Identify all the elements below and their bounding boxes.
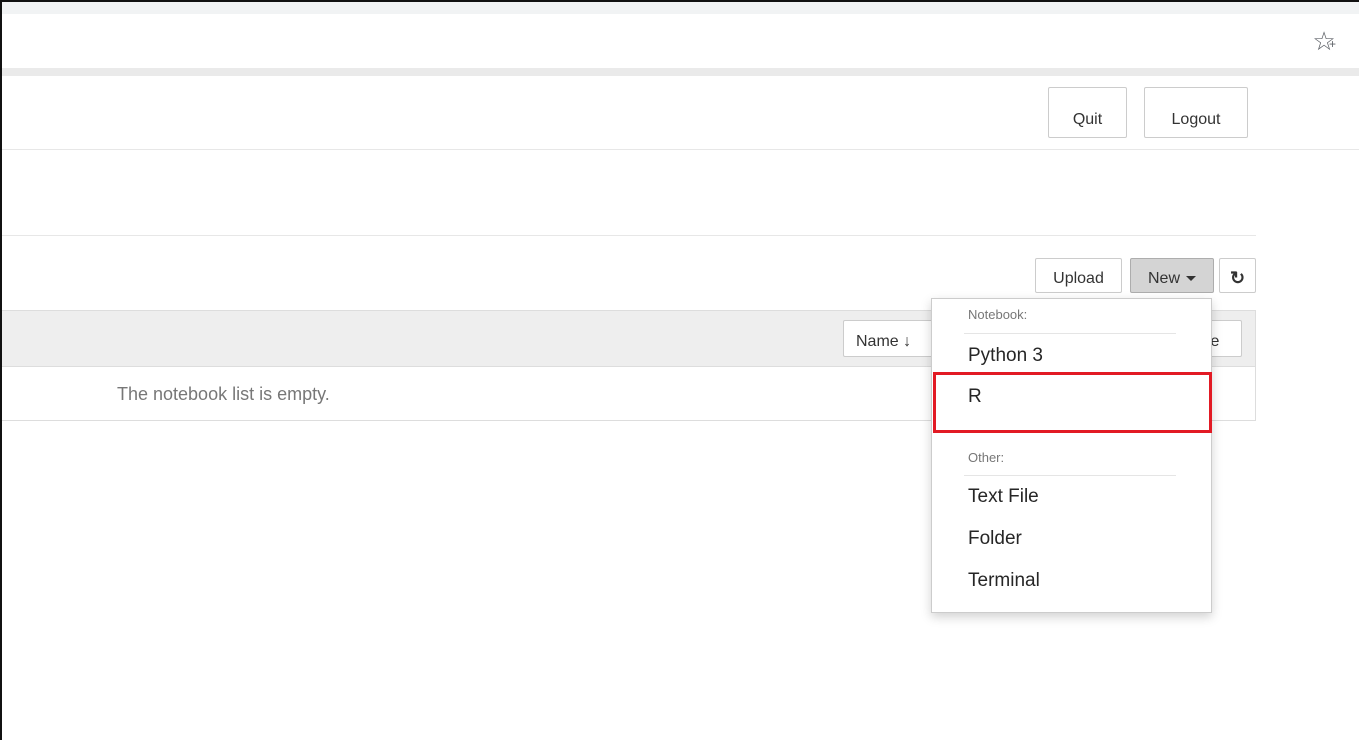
new-dropdown-button[interactable]: New bbox=[1130, 258, 1214, 293]
menu-item-text-file[interactable]: Text File bbox=[968, 485, 1039, 509]
browser-separator bbox=[2, 68, 1359, 76]
menu-divider bbox=[964, 475, 1176, 476]
new-dropdown-menu: Notebook: Python 3 R Other: Text File Fo… bbox=[931, 298, 1212, 613]
browser-address-area bbox=[2, 14, 1359, 68]
tab-divider bbox=[2, 235, 1256, 236]
menu-item-terminal[interactable]: Terminal bbox=[968, 569, 1040, 593]
menu-item-python3[interactable]: Python 3 bbox=[968, 344, 1043, 368]
logout-button[interactable]: Logout bbox=[1144, 87, 1248, 138]
upload-button[interactable]: Upload bbox=[1035, 258, 1122, 293]
refresh-button[interactable]: ↻ bbox=[1219, 258, 1256, 293]
refresh-icon: ↻ bbox=[1229, 268, 1246, 288]
bookmark-star-icon[interactable]: ☆ + bbox=[1309, 26, 1339, 56]
other-section-header: Other: bbox=[968, 450, 1005, 465]
header-divider bbox=[2, 149, 1359, 150]
menu-divider bbox=[964, 333, 1176, 334]
highlight-annotation-box bbox=[933, 372, 1212, 433]
caret-down-icon bbox=[1186, 275, 1196, 281]
empty-list-message: The notebook list is empty. bbox=[117, 384, 330, 404]
notebook-section-header: Notebook: bbox=[968, 307, 1028, 322]
menu-item-folder[interactable]: Folder bbox=[968, 527, 1022, 551]
sort-by-name-button[interactable]: Name ↓ bbox=[843, 320, 939, 357]
quit-button[interactable]: Quit bbox=[1048, 87, 1127, 138]
plus-icon: + bbox=[1329, 37, 1337, 51]
new-button-label: New bbox=[1147, 269, 1180, 287]
